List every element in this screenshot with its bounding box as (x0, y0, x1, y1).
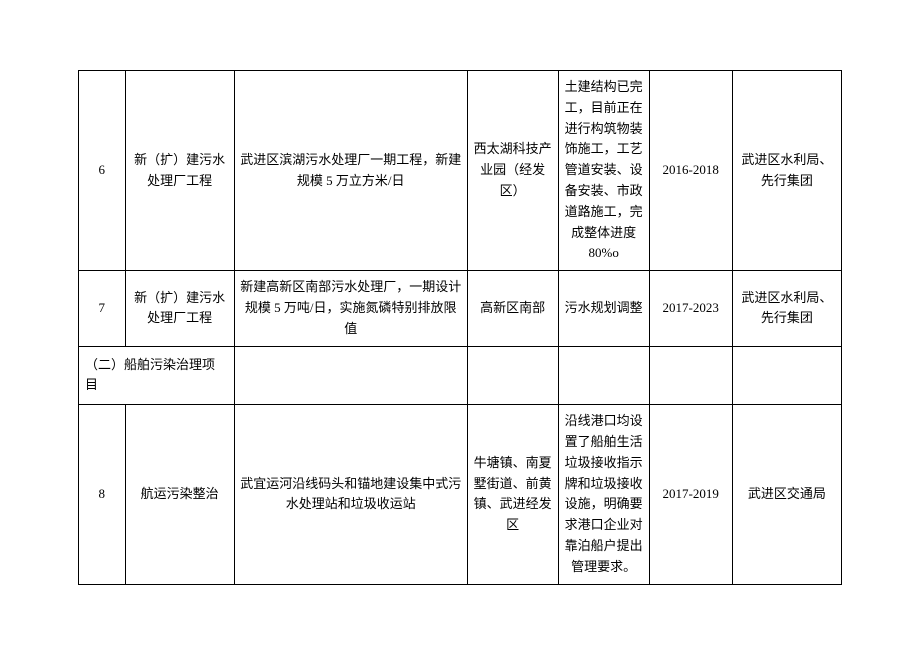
cell-dept: 武进区水利局、先行集团 (732, 271, 841, 346)
cell-desc: 武宜运河沿线码头和锚地建设集中式污水处理站和垃圾收运站 (234, 405, 467, 584)
cell-period: 2017-2019 (649, 405, 732, 584)
table-row: 7 新（扩）建污水处理厂工程 新建高新区南部污水处理厂，一期设计规模 5 万吨/… (79, 271, 842, 346)
table-row: 6 新（扩）建污水处理厂工程 武进区滨湖污水处理厂一期工程，新建规模 5 万立方… (79, 71, 842, 271)
empty-cell (467, 346, 558, 405)
cell-loc: 牛塘镇、南夏墅街道、前黄镇、武进经发区 (467, 405, 558, 584)
cell-num: 6 (79, 71, 126, 271)
cell-dept: 武进区水利局、先行集团 (732, 71, 841, 271)
project-table: 6 新（扩）建污水处理厂工程 武进区滨湖污水处理厂一期工程，新建规模 5 万立方… (78, 70, 842, 585)
section-header-row: （二）船舶污染治理项目 (79, 346, 842, 405)
cell-name: 新（扩）建污水处理厂工程 (125, 271, 234, 346)
cell-name: 新（扩）建污水处理厂工程 (125, 71, 234, 271)
cell-num: 7 (79, 271, 126, 346)
cell-num: 8 (79, 405, 126, 584)
empty-cell (732, 346, 841, 405)
section-header-cell: （二）船舶污染治理项目 (79, 346, 235, 405)
cell-period: 2016-2018 (649, 71, 732, 271)
cell-loc: 西太湖科技产业园（经发区） (467, 71, 558, 271)
cell-status: 污水规划调整 (558, 271, 649, 346)
empty-cell (649, 346, 732, 405)
table-row: 8 航运污染整治 武宜运河沿线码头和锚地建设集中式污水处理站和垃圾收运站 牛塘镇… (79, 405, 842, 584)
cell-loc: 高新区南部 (467, 271, 558, 346)
cell-name: 航运污染整治 (125, 405, 234, 584)
cell-desc: 新建高新区南部污水处理厂，一期设计规模 5 万吨/日，实施氮磷特别排放限值 (234, 271, 467, 346)
empty-cell (234, 346, 467, 405)
cell-period: 2017-2023 (649, 271, 732, 346)
cell-status: 沿线港口均设置了船舶生活垃圾接收指示牌和垃圾接收设施，明确要求港口企业对靠泊船户… (558, 405, 649, 584)
cell-status: 土建结构已完工，目前正在进行构筑物装饰施工，工艺管道安装、设备安装、市政道路施工… (558, 71, 649, 271)
cell-dept: 武进区交通局 (732, 405, 841, 584)
empty-cell (558, 346, 649, 405)
cell-desc: 武进区滨湖污水处理厂一期工程，新建规模 5 万立方米/日 (234, 71, 467, 271)
